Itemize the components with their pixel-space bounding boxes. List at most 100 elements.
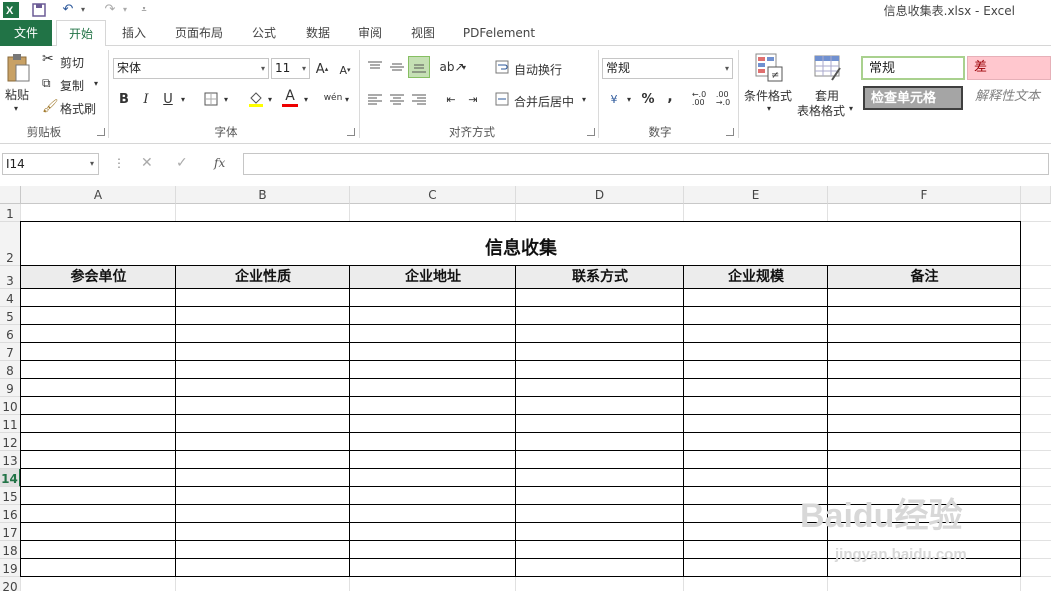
copy-icon[interactable]: ⧉ (42, 76, 51, 91)
align-left-icon[interactable] (366, 90, 384, 108)
decrease-indent-icon[interactable]: ⇤ (442, 90, 460, 108)
currency-icon[interactable]: ¥ (605, 90, 623, 108)
insert-function-button[interactable]: fx (214, 156, 225, 170)
column-header-blank[interactable] (1021, 186, 1051, 204)
customize-toolbar-icon[interactable]: ⩡ (138, 1, 150, 18)
tab-pdfelement[interactable]: PDFelement (458, 20, 540, 46)
phonetic-dropdown-icon[interactable]: ▾ (345, 95, 349, 104)
underline-button[interactable]: U (161, 90, 175, 108)
table-header-cell[interactable]: 联系方式 (516, 266, 684, 289)
row-header-8[interactable]: 8 (0, 361, 21, 379)
row-header-13[interactable]: 13 (0, 451, 21, 469)
orientation-icon[interactable]: ab↗ (439, 58, 464, 76)
font-name-select[interactable]: 宋体 ▾ (113, 58, 269, 79)
row-header-9[interactable]: 9 (0, 379, 21, 397)
increase-font-icon[interactable]: A ▴ (314, 60, 330, 78)
table-header-cell[interactable]: 企业规模 (684, 266, 828, 289)
conditional-format-icon[interactable]: ≠ (754, 52, 784, 84)
font-color-icon[interactable]: A (281, 88, 299, 108)
name-box[interactable]: I14 ▾ (2, 153, 99, 175)
table-header-cell[interactable]: 企业性质 (176, 266, 350, 289)
table-title[interactable]: 信息收集 (21, 222, 1021, 266)
column-header-b[interactable]: B (176, 186, 350, 204)
style-normal[interactable]: 常规 (861, 56, 965, 80)
row-header-12[interactable]: 12 (0, 433, 21, 451)
percent-button[interactable]: % (640, 90, 656, 108)
column-header-e[interactable]: E (684, 186, 828, 204)
italic-button[interactable]: I (139, 90, 153, 108)
row-header-16[interactable]: 16 (0, 505, 21, 523)
tab-data[interactable]: 数据 (296, 20, 340, 46)
alignment-launcher-icon[interactable] (587, 128, 595, 136)
format-painter-button[interactable]: 格式刷 (60, 100, 96, 117)
fill-color-dropdown-icon[interactable]: ▾ (268, 95, 272, 104)
table-format-dropdown-icon[interactable]: ▾ (849, 104, 853, 113)
column-header-d[interactable]: D (516, 186, 684, 204)
font-color-dropdown-icon[interactable]: ▾ (304, 95, 308, 104)
align-middle-icon[interactable] (388, 58, 406, 76)
table-header-cell[interactable]: 备注 (828, 266, 1021, 289)
clipboard-launcher-icon[interactable] (97, 128, 105, 136)
row-header-14[interactable]: 14 (0, 469, 21, 487)
paste-dropdown-icon[interactable]: ▾ (14, 104, 18, 113)
bold-button[interactable]: B (116, 90, 132, 108)
border-icon[interactable] (203, 90, 219, 108)
merge-center-button[interactable]: 合并后居中 (514, 93, 574, 110)
decrease-font-icon[interactable]: A ▾ (338, 62, 352, 78)
undo-dropdown-icon[interactable]: ▾ (78, 1, 88, 18)
row-header-3[interactable]: 3 (0, 266, 21, 289)
select-all-corner[interactable] (0, 186, 21, 204)
cut-button[interactable]: 剪切 (60, 54, 84, 71)
row-header-5[interactable]: 5 (0, 307, 21, 325)
enter-icon[interactable]: ✓ (176, 155, 188, 171)
border-dropdown-icon[interactable]: ▾ (224, 95, 228, 104)
increase-indent-icon[interactable]: ⇥ (464, 90, 482, 108)
table-format-button-line2[interactable]: 表格格式 (797, 102, 845, 119)
save-icon[interactable] (30, 1, 48, 18)
cut-icon[interactable]: ✂ (42, 51, 54, 67)
decrease-decimal-icon[interactable]: .00 →.0 (714, 90, 732, 108)
copy-dropdown-icon[interactable]: ▾ (94, 79, 98, 88)
row-header-7[interactable]: 7 (0, 343, 21, 361)
wrap-text-button[interactable]: 自动换行 (514, 61, 562, 78)
format-painter-icon[interactable]: 🖌 (42, 99, 59, 114)
align-top-icon[interactable] (366, 58, 384, 76)
comma-button[interactable]: , (664, 88, 676, 106)
row-header-6[interactable]: 6 (0, 325, 21, 343)
tab-page-layout[interactable]: 页面布局 (166, 20, 232, 46)
align-bottom-icon[interactable] (408, 56, 430, 78)
font-size-select[interactable]: 11 ▾ (271, 58, 310, 79)
tab-file[interactable]: 文件 (0, 20, 52, 46)
row-header-2[interactable]: 2 (0, 222, 21, 266)
conditional-format-button[interactable]: 条件格式 (744, 87, 792, 104)
merge-center-dropdown-icon[interactable]: ▾ (582, 95, 586, 104)
underline-dropdown-icon[interactable]: ▾ (181, 95, 185, 104)
align-center-icon[interactable] (388, 90, 406, 108)
align-right-icon[interactable] (410, 90, 428, 108)
row-header-18[interactable]: 18 (0, 541, 21, 559)
undo-icon[interactable]: ↶ (58, 1, 78, 18)
tab-view[interactable]: 视图 (401, 20, 445, 46)
tab-insert[interactable]: 插入 (112, 20, 156, 46)
fill-color-icon[interactable] (247, 90, 265, 108)
row-header-4[interactable]: 4 (0, 289, 21, 307)
column-header-f[interactable]: F (828, 186, 1021, 204)
redo-dropdown-icon[interactable]: ▾ (120, 1, 130, 18)
paste-button[interactable]: 粘贴 (5, 86, 29, 103)
paste-icon[interactable] (4, 52, 32, 84)
style-explanatory[interactable]: 解释性文本 (969, 86, 1051, 110)
table-format-icon[interactable] (813, 52, 843, 84)
row-header-20[interactable]: 20 (0, 577, 21, 591)
table-header-cell[interactable]: 参会单位 (21, 266, 176, 289)
tab-home[interactable]: 开始 (56, 20, 106, 47)
style-check-cell[interactable]: 检查单元格 (863, 86, 963, 110)
column-header-c[interactable]: C (350, 186, 516, 204)
font-launcher-icon[interactable] (347, 128, 355, 136)
formula-input[interactable] (243, 153, 1049, 175)
row-header-17[interactable]: 17 (0, 523, 21, 541)
increase-decimal-icon[interactable]: ←.0.00 (690, 90, 708, 108)
column-header-a[interactable]: A (21, 186, 176, 204)
tab-formulas[interactable]: 公式 (242, 20, 286, 46)
phonetic-icon[interactable]: wén (322, 88, 344, 108)
row-header-1[interactable]: 1 (0, 204, 21, 222)
